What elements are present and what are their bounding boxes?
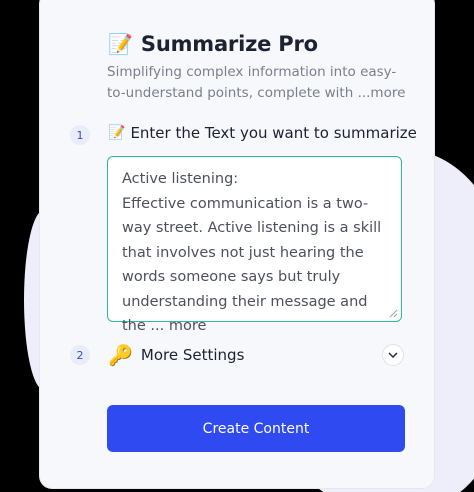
subtitle-more-link[interactable]: ...more [358, 85, 406, 101]
step-number-1: 1 [70, 125, 90, 145]
text-heading: Active listening: [122, 171, 239, 187]
more-settings-toggle[interactable]: 🔑 More Settings [108, 343, 404, 367]
chevron-down-icon[interactable] [382, 344, 404, 366]
summary-text-input[interactable]: Active listening: Effective communicatio… [107, 156, 402, 334]
text-body-content: Effective communication is a two-way str… [122, 195, 382, 335]
summarize-card: 📝 Summarize Pro Simplifying complex info… [40, 0, 434, 488]
app-viewport: 📝 Summarize Pro Simplifying complex info… [0, 0, 474, 492]
text-field-label: 📝 Enter the Text you want to summarize [108, 124, 417, 142]
text-body: Effective communication is a two-way str… [122, 192, 387, 339]
resize-handle-icon[interactable] [388, 308, 398, 318]
memo-icon: 📝 [108, 32, 133, 56]
create-content-button[interactable]: Create Content [107, 405, 405, 452]
more-settings-label: More Settings [140, 346, 245, 364]
step-number-2: 2 [70, 345, 90, 365]
key-icon: 🔑 [108, 343, 133, 367]
text-more-link[interactable]: ... more [150, 318, 206, 334]
text-field-label-text: Enter the Text you want to summarize [130, 124, 417, 142]
page-title: Summarize Pro [140, 32, 318, 56]
header: 📝 Summarize Pro [108, 32, 318, 56]
subtitle-text: Simplifying complex information into eas… [107, 64, 397, 101]
page-subtitle: Simplifying complex information into eas… [107, 62, 407, 104]
memo-icon: 📝 [108, 125, 126, 141]
